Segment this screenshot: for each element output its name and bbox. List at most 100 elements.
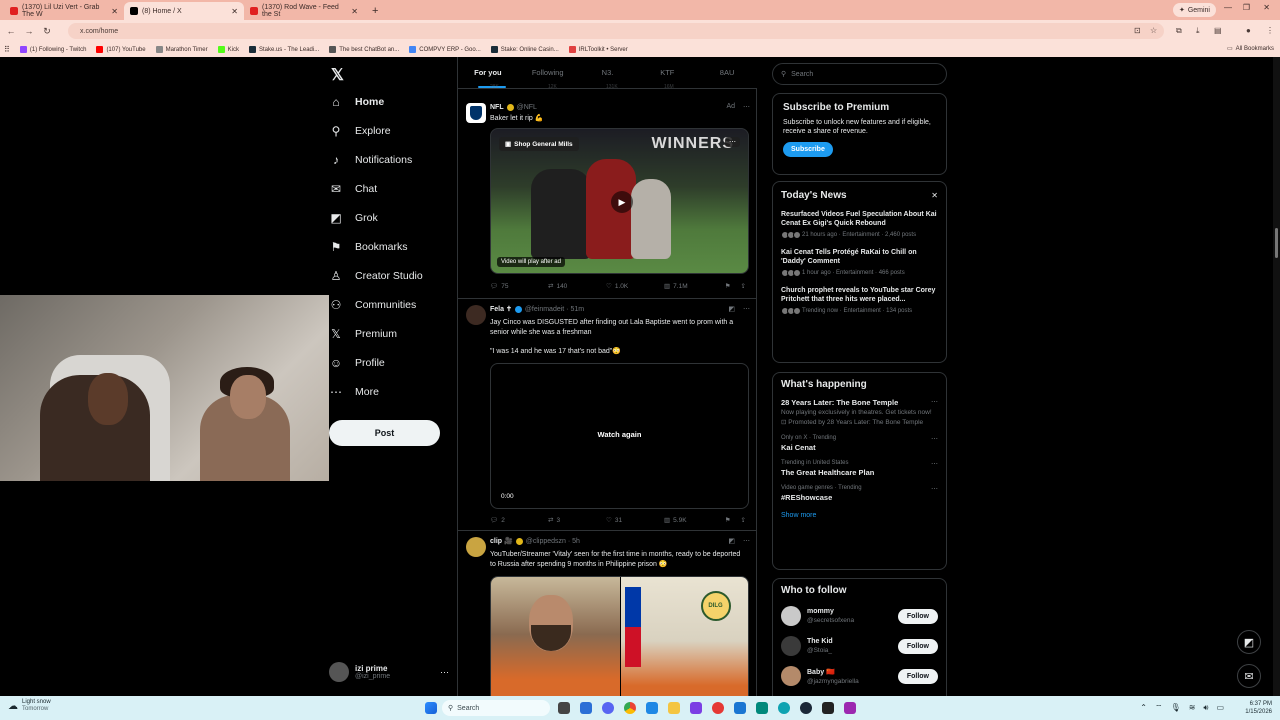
more-dots-icon[interactable]: ⋯	[743, 103, 750, 111]
sidepanel-icon[interactable]: ▤	[1214, 26, 1222, 35]
news-item[interactable]: Church prophet reveals to YouTube star C…	[781, 286, 938, 315]
play-icon[interactable]: ▶	[611, 191, 633, 213]
task-view-icon[interactable]	[558, 702, 570, 714]
grok-icon[interactable]: ◩	[728, 537, 735, 545]
follow-suggestion[interactable]: Baby 🇨🇳 @jazmyngabriella Follow	[781, 666, 938, 686]
nav-profile[interactable]: ☺ Profile	[329, 356, 385, 370]
scrollbar-track[interactable]	[1273, 57, 1280, 696]
file-explorer-icon[interactable]	[668, 702, 680, 714]
follow-button[interactable]: Follow	[897, 668, 938, 684]
nav-communities[interactable]: ⚇ Communities	[329, 298, 417, 312]
show-more-link[interactable]: Show more	[781, 512, 938, 519]
bookmark[interactable]: IRLToolkit • Server	[568, 46, 628, 53]
bookmark[interactable]: (1) Following - Twitch	[19, 46, 86, 53]
tweet-fela[interactable]: Fela ✝ @feinmadeit · 51m ◩ ⋯ Jay Cinco wa…	[458, 299, 757, 531]
bookmark[interactable]: The best ChatBot an...	[329, 46, 399, 53]
close-window-icon[interactable]: ✕	[1263, 3, 1270, 12]
repost-button[interactable]: ⇄ 3	[548, 516, 606, 525]
browser-tab-2[interactable]: (8) Home / X ✕	[124, 2, 244, 20]
tweet-clip[interactable]: clip 🎥 @clippedszn · 5h ◩ ⋯ YouTuber/Stre…	[458, 531, 757, 696]
new-tab-button[interactable]: +	[364, 2, 386, 20]
reply-button[interactable]: 💬︎ 75	[490, 282, 548, 291]
nav-home[interactable]: ⌂ Home	[329, 95, 384, 109]
nav-creator-studio[interactable]: ♙ Creator Studio	[329, 269, 423, 283]
media-more-icon[interactable]: ⋯	[725, 137, 740, 147]
share-icon[interactable]: ⇪	[741, 516, 746, 524]
chrome-icon[interactable]	[624, 702, 636, 714]
nav-premium[interactable]: 𝕏 Premium	[329, 327, 397, 341]
close-tab-icon[interactable]: ✕	[231, 7, 238, 16]
bookmark[interactable]: Stake: Online Casin...	[490, 46, 559, 53]
menu-icon[interactable]: ⋮	[1266, 26, 1274, 35]
messages-float-button[interactable]: ✉	[1237, 664, 1261, 688]
app-icon[interactable]	[690, 702, 702, 714]
news-item[interactable]: Kai Cenat Tells Protégé RaKai to Chill o…	[781, 248, 938, 277]
taskbar-search[interactable]: ⚲ Search	[442, 700, 550, 716]
more-dots-icon[interactable]: ⋯	[931, 460, 938, 468]
nav-more[interactable]: ⋯ More	[329, 385, 379, 399]
trend-item[interactable]: Trending in United States The Great Heal…	[781, 460, 938, 477]
author-handle[interactable]: @feinmadeit · 51m	[525, 306, 584, 313]
views-button[interactable]: ▥ 7.1M	[664, 282, 722, 291]
wifi-icon[interactable]: ≋	[1189, 703, 1196, 713]
account-switcher[interactable]: izi prime @izi_prime ⋯	[329, 660, 449, 684]
more-dots-icon[interactable]: ⋯	[743, 537, 750, 545]
back-icon[interactable]: ←	[2, 26, 20, 36]
bookmark[interactable]: Stake.us - The Leadi...	[248, 46, 319, 53]
grok-float-button[interactable]: ◩	[1237, 630, 1261, 654]
forward-icon[interactable]: →	[20, 26, 38, 36]
app-icon[interactable]	[756, 702, 768, 714]
bookmark-icon[interactable]: ⚑	[725, 516, 731, 524]
avatar[interactable]	[466, 305, 486, 325]
install-icon[interactable]: ⊡	[1134, 26, 1141, 35]
mic-icon[interactable]: 🎙︎	[1171, 703, 1181, 713]
trend-item[interactable]: Only on X · Trending Kai Cenat ⋯	[781, 435, 938, 452]
obs-icon[interactable]	[822, 702, 834, 714]
reply-button[interactable]: 💬︎ 2	[490, 516, 548, 525]
subscribe-button[interactable]: Subscribe	[783, 142, 833, 157]
extensions-icon[interactable]: ⧉	[1176, 26, 1182, 36]
close-tab-icon[interactable]: ✕	[111, 7, 118, 16]
views-button[interactable]: ▥ 5.9K	[664, 516, 722, 525]
like-button[interactable]: ♡ 1.0K	[606, 282, 664, 291]
repost-count[interactable]: 12K	[548, 84, 606, 90]
author-handle[interactable]: @NFL	[517, 104, 537, 111]
search-input[interactable]: ⚲ Search	[772, 63, 947, 85]
x-logo-icon[interactable]: 𝕏	[331, 65, 344, 85]
downloads-icon[interactable]: ⤓	[1196, 26, 1200, 36]
author-handle[interactable]: @clippedszn · 5h	[526, 538, 580, 545]
browser-tab-3[interactable]: (1370) Rod Wave - Feed the St ✕	[244, 2, 364, 20]
app-icon[interactable]	[712, 702, 724, 714]
more-dots-icon[interactable]: ⋯	[931, 398, 938, 406]
url-field[interactable]: x.com/home	[68, 23, 1164, 39]
app-icon[interactable]	[844, 702, 856, 714]
bookmark[interactable]: Kick	[217, 46, 239, 53]
trend-item[interactable]: 28 Years Later: The Bone Temple Now play…	[781, 398, 938, 427]
watch-again-label[interactable]: Watch again	[491, 430, 748, 439]
photo-right[interactable]: DILG	[619, 577, 748, 696]
discord-icon[interactable]	[602, 702, 614, 714]
scrollbar-thumb[interactable]	[1275, 228, 1278, 258]
clock[interactable]: 6:37 PM 1/15/2026	[1245, 700, 1272, 716]
post-button[interactable]: Post	[329, 420, 440, 446]
avatar[interactable]	[781, 606, 801, 626]
reply-count[interactable]: 28K	[490, 84, 548, 90]
nav-notifications[interactable]: ♪ Notifications	[329, 153, 412, 167]
close-icon[interactable]: ✕	[931, 191, 938, 200]
bookmark-icon[interactable]: ⚑	[725, 282, 731, 290]
minimize-icon[interactable]: —	[1224, 3, 1232, 12]
battery-icon[interactable]: ▭	[1216, 703, 1224, 713]
windows-start-icon[interactable]	[425, 702, 437, 714]
maximize-icon[interactable]: ❐	[1243, 3, 1250, 12]
image-grid[interactable]: DILG	[490, 576, 749, 696]
shop-badge[interactable]: ▣ Shop General Mills	[499, 137, 579, 151]
nav-explore[interactable]: ⚲ Explore	[329, 124, 391, 138]
author-name[interactable]: NFL	[490, 104, 504, 111]
avatar[interactable]	[466, 103, 486, 123]
nav-bookmarks[interactable]: ⚑ Bookmarks	[329, 240, 408, 254]
nav-chat[interactable]: ✉ Chat	[329, 182, 377, 196]
app-icon[interactable]	[646, 702, 658, 714]
edge-icon[interactable]	[778, 702, 790, 714]
author-name[interactable]: clip 🎥	[490, 537, 513, 545]
video-player[interactable]: Watch again 0:00	[490, 363, 749, 509]
